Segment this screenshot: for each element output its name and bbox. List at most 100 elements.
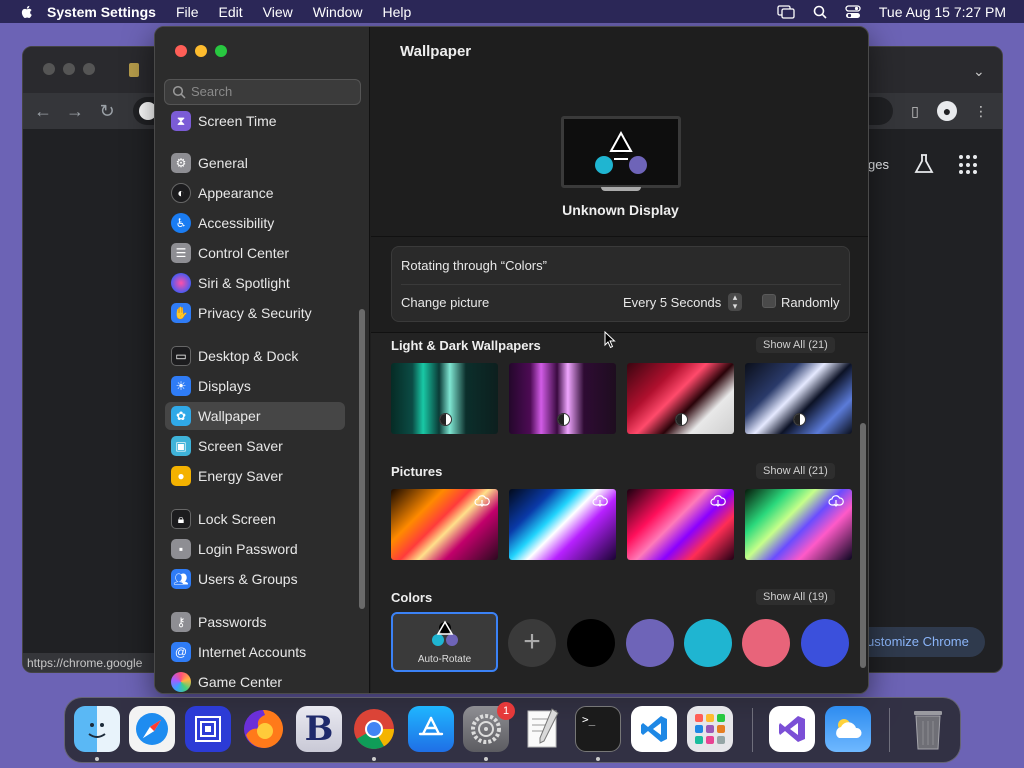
sidebar-item-users-groups[interactable]: 👥︎ Users & Groups [165, 565, 345, 593]
sidebar-item-accessibility[interactable]: ♿ Accessibility [165, 209, 345, 237]
zoom-button[interactable] [215, 45, 227, 57]
frequency-select[interactable]: Every 5 Seconds [623, 295, 721, 310]
dock-terminal-icon[interactable]: >_ [575, 706, 621, 752]
hand-icon: ✋ [171, 303, 191, 323]
menu-view[interactable]: View [263, 4, 293, 20]
spotlight-search-icon[interactable] [813, 5, 827, 19]
gallery-scrollbar[interactable] [860, 423, 866, 668]
side-panel-icon[interactable]: ▯ [905, 101, 925, 121]
color-swatch-purple[interactable] [626, 619, 674, 667]
sidebar-item-screen-saver[interactable]: ▣ Screen Saver [165, 432, 345, 460]
running-indicator [95, 757, 99, 761]
display-name: Unknown Display [562, 202, 679, 218]
show-all-pictures-button[interactable]: Show All (21) [756, 463, 835, 479]
display-preview[interactable] [561, 116, 681, 188]
sidebar-item-desktop-dock[interactable]: ▭ Desktop & Dock [165, 342, 345, 370]
menu-clock[interactable]: Tue Aug 15 7:27 PM [879, 4, 1006, 20]
dock-finder-icon[interactable] [74, 706, 120, 752]
sidebar-search-input[interactable]: Search [164, 79, 361, 105]
wallpaper-thumb-light-dark-1[interactable] [391, 363, 498, 434]
sidebar-item-control-center[interactable]: ☰ Control Center [165, 239, 345, 267]
customize-chrome-button[interactable]: ustomize Chrome [853, 627, 985, 657]
apple-menu-icon[interactable] [19, 4, 35, 20]
sidebar-item-siri-spotlight[interactable]: Siri & Spotlight [165, 269, 345, 297]
wallpaper-thumb-pictures-1[interactable] [391, 489, 498, 560]
wallpaper-thumb-light-dark-3[interactable] [627, 363, 734, 434]
control-center-icon[interactable] [845, 4, 861, 19]
menu-help[interactable]: Help [383, 4, 412, 20]
color-swatch-blue[interactable] [801, 619, 849, 667]
dock-textedit-icon[interactable] [519, 706, 565, 752]
sidebar-item-displays[interactable]: ☀ Displays [165, 372, 345, 400]
chrome-minimize-button[interactable] [63, 63, 75, 75]
back-arrow-icon[interactable]: ← [33, 101, 53, 121]
color-swatch-cyan[interactable] [684, 619, 732, 667]
rotation-settings-box: Rotating through “Colors” Change picture… [391, 246, 850, 322]
menu-file[interactable]: File [176, 4, 199, 20]
sidebar-item-energy-saver[interactable]: ● Energy Saver [165, 462, 345, 490]
show-all-colors-button[interactable]: Show All (19) [756, 589, 835, 605]
profile-avatar-icon[interactable]: ● [937, 101, 957, 121]
chrome-close-button[interactable] [43, 63, 55, 75]
light-dark-badge-icon [675, 413, 688, 426]
randomly-checkbox[interactable] [762, 294, 776, 308]
mouse-cursor-icon [604, 331, 616, 349]
dock-trash-icon[interactable] [905, 706, 951, 752]
sidebar-item-appearance[interactable]: ◐ Appearance [165, 179, 345, 207]
wallpaper-thumb-light-dark-4[interactable] [745, 363, 852, 434]
dock-chrome-icon[interactable] [351, 706, 397, 752]
menu-edit[interactable]: Edit [219, 4, 243, 20]
sidebar-item-wallpaper[interactable]: ✿ Wallpaper [165, 402, 345, 430]
add-color-button[interactable]: + [508, 619, 556, 667]
dock-visual-studio-icon[interactable] [769, 706, 815, 752]
sidebar-scrollbar[interactable] [359, 309, 365, 609]
sidebar-item-game-center[interactable]: Game Center [165, 668, 345, 693]
labs-flask-icon[interactable] [913, 153, 935, 175]
sidebar-item-lock-screen[interactable]: 🔒︎ Lock Screen [165, 505, 345, 533]
wallpaper-thumb-pictures-4[interactable] [745, 489, 852, 560]
sidebar-item-screen-time[interactable]: ⧗ Screen Time [165, 107, 345, 135]
wallpaper-gallery: Light & Dark Wallpapers Show All (21) Pi… [371, 332, 868, 693]
dock-safari-icon[interactable] [129, 706, 175, 752]
forward-arrow-icon[interactable]: → [65, 101, 85, 121]
chrome-zoom-button[interactable] [83, 63, 95, 75]
minimize-button[interactable] [195, 45, 207, 57]
chrome-menu-kebab-icon[interactable]: ⋮ [971, 101, 991, 121]
wallpaper-thumb-light-dark-2[interactable] [509, 363, 616, 434]
menu-bar: System Settings File Edit View Window He… [0, 0, 1024, 23]
auto-rotate-tile[interactable]: Auto-Rotate [391, 612, 498, 672]
color-swatch-pink[interactable] [742, 619, 790, 667]
dock-vscode-icon[interactable] [631, 706, 677, 752]
dock: B 1 >_ [64, 697, 961, 763]
screen-mirroring-icon[interactable] [777, 4, 795, 19]
dock-app-store-icon[interactable] [408, 706, 454, 752]
sidebar-item-internet-accounts[interactable]: @ Internet Accounts [165, 638, 345, 666]
menu-app-name[interactable]: System Settings [47, 4, 156, 20]
padlock-icon: ▪ [171, 539, 191, 559]
wallpaper-thumb-pictures-2[interactable] [509, 489, 616, 560]
reload-icon[interactable]: ↻ [97, 101, 117, 121]
google-apps-grid-icon[interactable] [959, 155, 979, 175]
show-all-light-dark-button[interactable]: Show All (21) [756, 337, 835, 353]
dock-bbedit-icon[interactable]: B [296, 706, 342, 752]
sidebar-item-login-password[interactable]: ▪ Login Password [165, 535, 345, 563]
ntp-shortcut-label-partial[interactable]: ges [868, 157, 889, 172]
wallpaper-thumb-pictures-3[interactable] [627, 489, 734, 560]
dock-weather-icon[interactable] [825, 706, 871, 752]
frequency-stepper-icon[interactable]: ▴ ▾ [728, 293, 742, 311]
sidebar-item-privacy-security[interactable]: ✋ Privacy & Security [165, 299, 345, 327]
color-swatch-black[interactable] [567, 619, 615, 667]
randomly-label: Randomly [781, 295, 840, 310]
chrome-tab-favicon[interactable] [129, 63, 139, 77]
sidebar-item-general[interactable]: ⚙ General [165, 149, 345, 177]
section-title-light-dark: Light & Dark Wallpapers [391, 338, 541, 353]
menu-window[interactable]: Window [313, 4, 363, 20]
dock-screen-sharing-icon[interactable] [185, 706, 231, 752]
section-title-pictures: Pictures [391, 464, 443, 479]
dock-firefox-icon[interactable] [240, 706, 286, 752]
sidebar-item-passwords[interactable]: ⚷ Passwords [165, 608, 345, 636]
close-button[interactable] [175, 45, 187, 57]
chrome-tab-search-chevron-icon[interactable]: ⌄ [973, 63, 985, 80]
users-icon: 👥︎ [171, 569, 191, 589]
dock-launchpad-icon[interactable] [687, 706, 733, 752]
